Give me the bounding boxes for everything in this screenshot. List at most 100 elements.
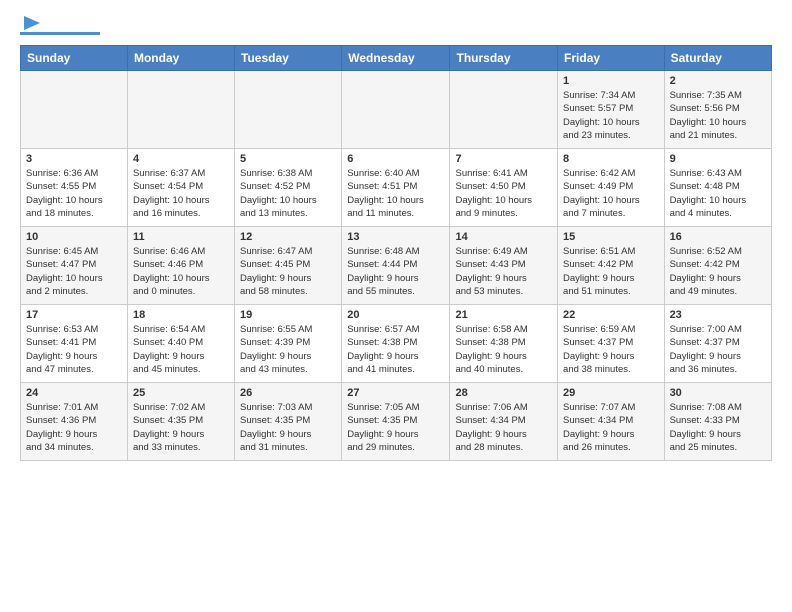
logo [20,16,100,35]
col-header-friday: Friday [558,46,665,71]
day-info: Sunrise: 6:42 AM Sunset: 4:49 PM Dayligh… [563,167,659,220]
day-number: 26 [240,387,336,399]
calendar-cell: 7Sunrise: 6:41 AM Sunset: 4:50 PM Daylig… [450,149,558,227]
calendar-week-1: 1 Sunrise: 7:34 AM Sunset: 5:57 PM Daylig… [21,71,772,149]
day-number: 14 [455,231,552,243]
day-number: 21 [455,309,552,321]
calendar-cell: 18 Sunrise: 6:54 AM Sunset: 4:40 PM Dayli… [127,305,234,383]
calendar-cell: 3 Sunrise: 6:36 AM Sunset: 4:55 PM Daylig… [21,149,128,227]
calendar-cell: 5 Sunrise: 6:38 AM Sunset: 4:52 PM Daylig… [235,149,342,227]
day-info: Sunrise: 7:07 AM Sunset: 4:34 PM Dayligh… [563,401,659,454]
day-info: Sunrise: 7:05 AM Sunset: 4:35 PM Dayligh… [347,401,444,454]
day-number: 2 [670,75,766,87]
col-header-thursday: Thursday [450,46,558,71]
col-header-wednesday: Wednesday [342,46,450,71]
calendar-cell: 2 Sunrise: 7:35 AM Sunset: 5:56 PM Daylig… [664,71,771,149]
day-info: Sunrise: 6:45 AM Sunset: 4:47 PM Dayligh… [26,245,122,298]
day-number: 29 [563,387,659,399]
day-info: Sunrise: 7:06 AM Sunset: 4:34 PM Dayligh… [455,401,552,454]
calendar-cell [235,71,342,149]
calendar-cell: 16 Sunrise: 6:52 AM Sunset: 4:42 PM Dayli… [664,227,771,305]
day-info: Sunrise: 7:01 AM Sunset: 4:36 PM Dayligh… [26,401,122,454]
col-header-sunday: Sunday [21,46,128,71]
calendar-week-4: 17Sunrise: 6:53 AM Sunset: 4:41 PM Dayli… [21,305,772,383]
day-info: Sunrise: 6:37 AM Sunset: 4:54 PM Dayligh… [133,167,229,220]
day-number: 27 [347,387,444,399]
day-number: 19 [240,309,336,321]
calendar-cell: 6Sunrise: 6:40 AM Sunset: 4:51 PM Daylig… [342,149,450,227]
day-number: 8 [563,153,659,165]
calendar-cell: 25Sunrise: 7:02 AM Sunset: 4:35 PM Dayli… [127,383,234,461]
col-header-saturday: Saturday [664,46,771,71]
calendar-cell [127,71,234,149]
logo-arrow-icon [22,16,40,30]
calendar-cell: 20 Sunrise: 6:57 AM Sunset: 4:38 PM Dayli… [342,305,450,383]
day-info: Sunrise: 6:38 AM Sunset: 4:52 PM Dayligh… [240,167,336,220]
day-info: Sunrise: 6:54 AM Sunset: 4:40 PM Dayligh… [133,323,229,376]
day-number: 15 [563,231,659,243]
day-number: 11 [133,231,229,243]
calendar-cell: 24 Sunrise: 7:01 AM Sunset: 4:36 PM Dayli… [21,383,128,461]
day-info: Sunrise: 7:02 AM Sunset: 4:35 PM Dayligh… [133,401,229,454]
day-number: 16 [670,231,766,243]
logo-underline [20,32,100,35]
calendar-header-row: SundayMondayTuesdayWednesdayThursdayFrid… [21,46,772,71]
day-info: Sunrise: 7:03 AM Sunset: 4:35 PM Dayligh… [240,401,336,454]
day-info: Sunrise: 6:52 AM Sunset: 4:42 PM Dayligh… [670,245,766,298]
day-info: Sunrise: 7:08 AM Sunset: 4:33 PM Dayligh… [670,401,766,454]
day-number: 13 [347,231,444,243]
day-number: 5 [240,153,336,165]
day-info: Sunrise: 6:58 AM Sunset: 4:38 PM Dayligh… [455,323,552,376]
calendar-cell: 11 Sunrise: 6:46 AM Sunset: 4:46 PM Dayli… [127,227,234,305]
calendar-cell: 22Sunrise: 6:59 AM Sunset: 4:37 PM Dayli… [558,305,665,383]
day-info: Sunrise: 6:57 AM Sunset: 4:38 PM Dayligh… [347,323,444,376]
calendar-cell: 8 Sunrise: 6:42 AM Sunset: 4:49 PM Daylig… [558,149,665,227]
day-number: 24 [26,387,122,399]
day-number: 3 [26,153,122,165]
day-number: 10 [26,231,122,243]
day-info: Sunrise: 6:55 AM Sunset: 4:39 PM Dayligh… [240,323,336,376]
day-info: Sunrise: 6:46 AM Sunset: 4:46 PM Dayligh… [133,245,229,298]
day-info: Sunrise: 6:36 AM Sunset: 4:55 PM Dayligh… [26,167,122,220]
calendar-week-5: 24 Sunrise: 7:01 AM Sunset: 4:36 PM Dayli… [21,383,772,461]
day-info: Sunrise: 7:35 AM Sunset: 5:56 PM Dayligh… [670,89,766,142]
calendar-cell: 9 Sunrise: 6:43 AM Sunset: 4:48 PM Daylig… [664,149,771,227]
calendar-cell [342,71,450,149]
day-number: 28 [455,387,552,399]
day-number: 20 [347,309,444,321]
calendar-cell: 23 Sunrise: 7:00 AM Sunset: 4:37 PM Dayli… [664,305,771,383]
day-info: Sunrise: 6:43 AM Sunset: 4:48 PM Dayligh… [670,167,766,220]
col-header-tuesday: Tuesday [235,46,342,71]
day-number: 1 [563,75,659,87]
calendar-cell: 1 Sunrise: 7:34 AM Sunset: 5:57 PM Daylig… [558,71,665,149]
day-number: 12 [240,231,336,243]
page: SundayMondayTuesdayWednesdayThursdayFrid… [0,0,792,471]
day-number: 23 [670,309,766,321]
day-number: 18 [133,309,229,321]
header [20,16,772,35]
col-header-monday: Monday [127,46,234,71]
calendar-cell: 12Sunrise: 6:47 AM Sunset: 4:45 PM Dayli… [235,227,342,305]
day-info: Sunrise: 7:34 AM Sunset: 5:57 PM Dayligh… [563,89,659,142]
calendar-cell [450,71,558,149]
calendar-week-2: 3 Sunrise: 6:36 AM Sunset: 4:55 PM Daylig… [21,149,772,227]
calendar-week-3: 10 Sunrise: 6:45 AM Sunset: 4:47 PM Dayli… [21,227,772,305]
calendar-cell: 15 Sunrise: 6:51 AM Sunset: 4:42 PM Dayli… [558,227,665,305]
day-number: 30 [670,387,766,399]
calendar-cell: 29 Sunrise: 7:07 AM Sunset: 4:34 PM Dayli… [558,383,665,461]
calendar-cell: 27 Sunrise: 7:05 AM Sunset: 4:35 PM Dayli… [342,383,450,461]
day-number: 4 [133,153,229,165]
day-number: 9 [670,153,766,165]
day-number: 7 [455,153,552,165]
calendar-cell: 10 Sunrise: 6:45 AM Sunset: 4:47 PM Dayli… [21,227,128,305]
calendar-cell [21,71,128,149]
day-info: Sunrise: 6:48 AM Sunset: 4:44 PM Dayligh… [347,245,444,298]
day-info: Sunrise: 6:51 AM Sunset: 4:42 PM Dayligh… [563,245,659,298]
calendar-cell: 30 Sunrise: 7:08 AM Sunset: 4:33 PM Dayli… [664,383,771,461]
calendar-cell: 4 Sunrise: 6:37 AM Sunset: 4:54 PM Daylig… [127,149,234,227]
day-info: Sunrise: 7:00 AM Sunset: 4:37 PM Dayligh… [670,323,766,376]
calendar-cell: 28 Sunrise: 7:06 AM Sunset: 4:34 PM Dayli… [450,383,558,461]
day-number: 22 [563,309,659,321]
calendar-cell: 14Sunrise: 6:49 AM Sunset: 4:43 PM Dayli… [450,227,558,305]
calendar-cell: 17Sunrise: 6:53 AM Sunset: 4:41 PM Dayli… [21,305,128,383]
